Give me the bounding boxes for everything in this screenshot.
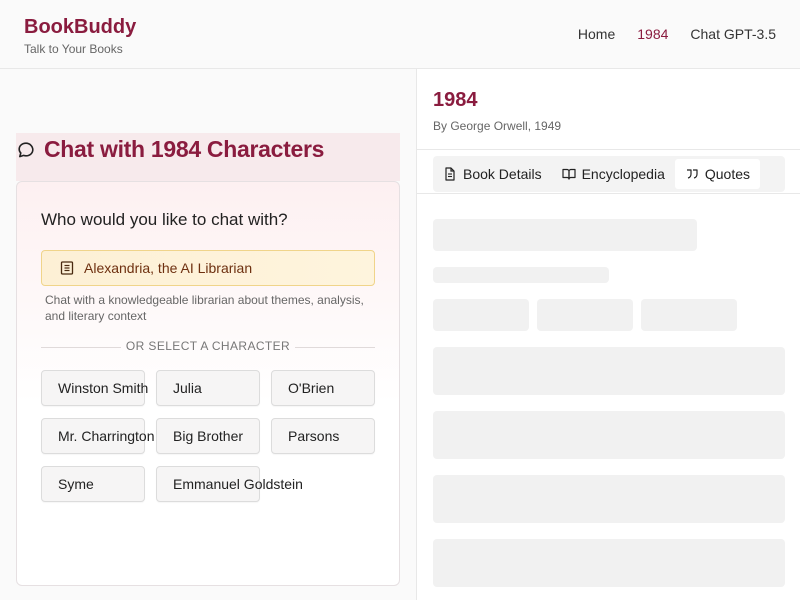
book-meta: By George Orwell, 1949 [433,119,562,133]
tab-quotes[interactable]: Quotes [674,159,761,189]
skeleton-title [433,219,697,251]
chat-bubble-icon [18,142,34,158]
tab-encyclopedia-label: Encyclopedia [581,166,665,182]
tab-quotes-label: Quotes [704,166,751,182]
book-tabs-bar: Book Details Encyclopedia Quotes [417,149,800,194]
divider: OR SELECT A CHARACTER [41,339,375,355]
top-nav: Home 1984 Chat GPT-3.5 [578,26,776,42]
book-icon [60,261,74,275]
skeleton-block [433,347,785,395]
tab-book-details[interactable]: Book Details [433,159,552,189]
character-button-emmanuel-goldstein[interactable]: Emmanuel Goldstein [156,466,303,502]
nav-chat-gpt[interactable]: Chat GPT-3.5 [690,26,776,42]
skeleton-block [433,475,785,523]
skeleton-block [433,411,785,459]
book-title: 1984 [433,89,478,111]
divider-text: OR SELECT A CHARACTER [125,339,291,353]
document-icon [445,167,455,181]
chat-panel: Chat with 1984 Characters Who would you … [0,69,416,600]
chat-title: Chat with 1984 Characters [44,136,325,162]
skeleton-chip [641,299,737,331]
book-panel: 1984 By George Orwell, 1949 Book Details… [416,69,800,600]
quote-icon [686,169,698,179]
character-button-winston-smith[interactable]: Winston Smith [41,370,148,406]
skeleton-block [433,539,785,587]
open-book-icon [561,168,576,180]
nav-1984[interactable]: 1984 [637,26,668,42]
librarian-button[interactable]: Alexandria, the AI Librarian [41,250,375,286]
character-button-parsons[interactable]: Parsons [271,418,375,454]
character-button-big-brother[interactable]: Big Brother [156,418,260,454]
character-button-syme[interactable]: Syme [41,466,145,502]
tab-book-details-label: Book Details [463,166,542,182]
book-tabs: Book Details Encyclopedia Quotes [433,156,785,192]
character-select-card: Who would you like to chat with? Alexand… [16,181,400,586]
app-header: BookBuddy Talk to Your Books Home 1984 C… [0,0,800,69]
tab-encyclopedia[interactable]: Encyclopedia [552,159,675,189]
character-question: Who would you like to chat with? [41,210,288,229]
character-button-mr-charrington[interactable]: Mr. Charrington [41,418,154,454]
skeleton-subtitle [433,267,609,283]
brand-tagline: Talk to Your Books [24,42,123,56]
character-button-obrien[interactable]: O'Brien [271,370,375,406]
skeleton-chip [537,299,633,331]
librarian-description: Chat with a knowledgeable librarian abou… [45,293,364,323]
librarian-label: Alexandria, the AI Librarian [84,260,253,276]
nav-home[interactable]: Home [578,26,615,42]
skeleton-chip [433,299,529,331]
character-button-julia[interactable]: Julia [156,370,260,406]
brand-logo[interactable]: BookBuddy [24,16,136,39]
